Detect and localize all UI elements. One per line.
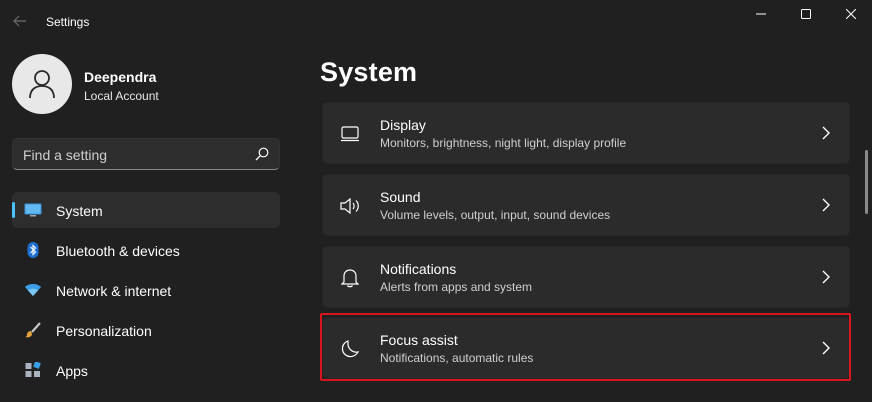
back-button[interactable] bbox=[8, 8, 32, 34]
card-title: Sound bbox=[380, 189, 421, 205]
search-placeholder: Find a setting bbox=[23, 147, 108, 163]
maximize-button[interactable] bbox=[783, 0, 829, 28]
card-description: Volume levels, output, input, sound devi… bbox=[380, 208, 611, 222]
card-notifications[interactable]: Notifications Alerts from apps and syste… bbox=[322, 246, 850, 308]
sidebar-item-bluetooth[interactable]: Bluetooth & devices bbox=[12, 232, 280, 268]
back-arrow-icon bbox=[13, 15, 26, 27]
sidebar-nav: System Bluetooth & devices Network & int… bbox=[12, 192, 280, 392]
account-type: Local Account bbox=[84, 89, 159, 103]
sidebar-item-label: Bluetooth & devices bbox=[56, 243, 180, 259]
sidebar-item-label: System bbox=[56, 203, 103, 219]
sidebar-item-label: Personalization bbox=[56, 323, 152, 339]
search-icon[interactable] bbox=[255, 147, 269, 161]
card-description: Monitors, brightness, night light, displ… bbox=[380, 136, 627, 150]
page-title: System bbox=[320, 57, 418, 87]
card-sound[interactable]: Sound Volume levels, output, input, soun… bbox=[322, 174, 850, 236]
card-title: Notifications bbox=[380, 261, 457, 277]
apps-icon bbox=[24, 362, 42, 378]
app-title: Settings bbox=[46, 15, 90, 29]
card-description: Alerts from apps and system bbox=[380, 280, 533, 294]
bell-icon bbox=[339, 267, 361, 289]
minimize-icon bbox=[756, 13, 766, 15]
card-title: Display bbox=[380, 117, 426, 133]
chevron-right-icon bbox=[822, 270, 830, 284]
card-display[interactable]: Display Monitors, brightness, night ligh… bbox=[322, 102, 850, 164]
sidebar-item-network[interactable]: Network & internet bbox=[12, 272, 280, 308]
sidebar-item-label: Network & internet bbox=[56, 283, 172, 299]
brush-icon bbox=[24, 322, 42, 338]
sidebar-item-system[interactable]: System bbox=[12, 192, 280, 228]
sidebar-item-label: Apps bbox=[56, 363, 88, 379]
chevron-right-icon bbox=[822, 126, 830, 140]
bluetooth-icon bbox=[24, 242, 42, 258]
user-icon bbox=[29, 70, 55, 99]
card-description: Notifications, automatic rules bbox=[380, 351, 534, 365]
user-name: Deependra bbox=[84, 69, 157, 85]
scrollbar[interactable] bbox=[865, 150, 868, 214]
moon-icon bbox=[339, 338, 361, 360]
sidebar-item-apps[interactable]: Apps bbox=[12, 352, 280, 388]
minimize-button[interactable] bbox=[738, 0, 784, 28]
maximize-icon bbox=[801, 9, 811, 19]
title-bar: Settings bbox=[0, 0, 872, 42]
close-icon bbox=[846, 9, 856, 19]
search-input[interactable]: Find a setting bbox=[12, 138, 280, 170]
avatar[interactable] bbox=[12, 54, 72, 114]
sidebar-item-personalization[interactable]: Personalization bbox=[12, 312, 280, 348]
chevron-right-icon bbox=[822, 341, 830, 355]
card-title: Focus assist bbox=[380, 332, 458, 348]
chevron-right-icon bbox=[822, 198, 830, 212]
speaker-icon bbox=[339, 195, 361, 217]
system-display-icon bbox=[24, 202, 42, 218]
wifi-icon bbox=[24, 282, 42, 298]
close-button[interactable] bbox=[828, 0, 872, 28]
active-indicator bbox=[12, 202, 15, 218]
card-focus-assist[interactable]: Focus assist Notifications, automatic ru… bbox=[322, 317, 850, 379]
monitor-icon bbox=[339, 123, 361, 145]
